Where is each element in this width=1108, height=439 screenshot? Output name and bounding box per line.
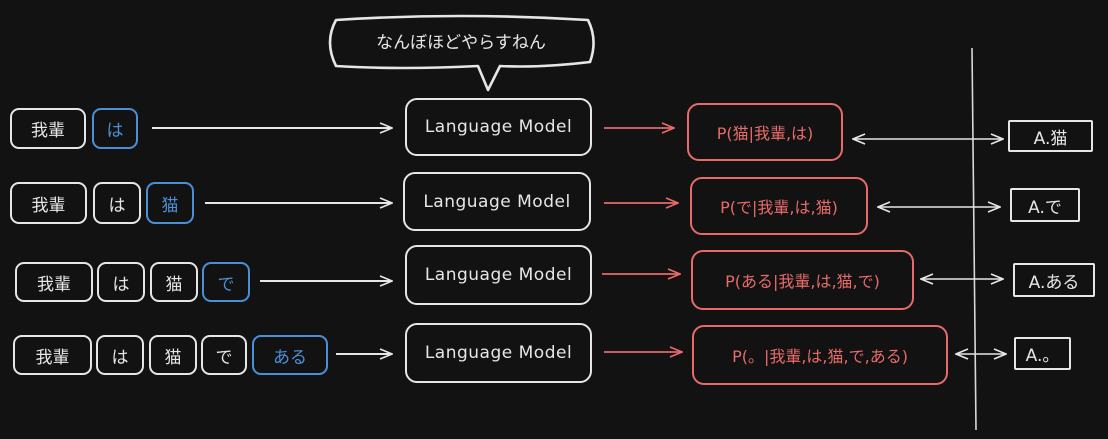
token-box-active: で	[202, 262, 250, 302]
token-box: 我輩	[10, 182, 87, 224]
probability-box: P(ある|我輩,は,猫,で)	[691, 250, 914, 310]
answer-box: A.ある	[1013, 263, 1095, 297]
divider-line	[971, 47, 977, 431]
probability-box: P(で|我輩,は,猫)	[690, 177, 868, 235]
token-box: 我輩	[13, 335, 92, 375]
token-box: 猫	[149, 335, 197, 375]
language-model-box: Language Model	[405, 98, 592, 156]
token-box: で	[201, 335, 247, 375]
token-box: は	[93, 182, 141, 224]
language-model-box: Language Model	[405, 323, 592, 383]
probability-box: P(猫|我輩,は)	[687, 103, 843, 161]
token-box: 我輩	[15, 262, 93, 302]
answer-box: A.猫	[1008, 120, 1093, 152]
answer-box: A.。	[1014, 337, 1071, 370]
language-model-box: Language Model	[405, 245, 592, 305]
answer-box: A.で	[1010, 188, 1080, 222]
token-box: は	[97, 262, 145, 302]
token-box-active: は	[92, 108, 138, 149]
probability-box: P(。|我輩,は,猫,で,ある)	[692, 325, 948, 385]
speech-bubble-text: なんぼほどやらすねん	[376, 32, 546, 53]
token-box: 猫	[150, 262, 198, 302]
token-box: は	[96, 335, 144, 375]
token-box-active: ある	[252, 335, 328, 375]
token-box: 我輩	[10, 108, 86, 149]
language-model-box: Language Model	[403, 172, 591, 231]
token-box-active: 猫	[146, 182, 194, 224]
